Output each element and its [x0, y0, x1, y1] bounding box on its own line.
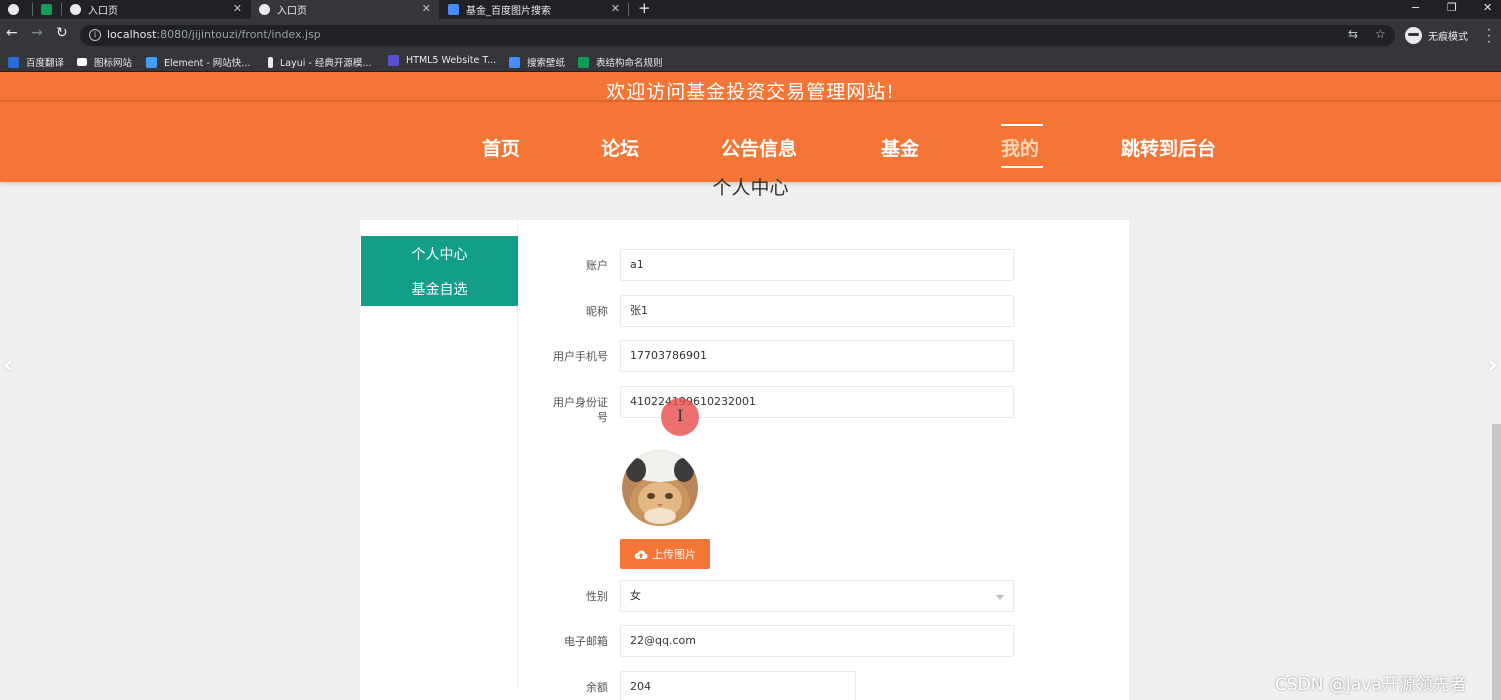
- nickname-label: 昵称: [586, 305, 608, 318]
- bookmark-label: HTML5 Website T...: [406, 55, 497, 66]
- sidebar-item-fund-watchlist[interactable]: 基金自选: [361, 279, 518, 299]
- element-icon: [146, 56, 157, 68]
- email-label: 电子邮箱: [564, 635, 608, 648]
- url-text[interactable]: localhost:8080/jijintouzi/front/index.js…: [107, 28, 321, 41]
- sheets-icon: [41, 4, 52, 15]
- chevron-right-icon[interactable]: ›: [1487, 350, 1498, 380]
- text-cursor-icon: I: [677, 406, 684, 425]
- upload-label: 上传图片: [652, 548, 696, 561]
- incognito-label: 无痕模式: [1428, 32, 1468, 43]
- bookmark-naming-rules[interactable]: 表结构命名规则: [578, 55, 663, 69]
- incognito-icon: [1405, 27, 1422, 44]
- restore-icon[interactable]: ❐: [1447, 1, 1457, 14]
- bookmark-label: 图标网站: [94, 58, 133, 69]
- chevron-down-icon[interactable]: [996, 595, 1004, 600]
- tab-pinned-1[interactable]: [0, 0, 32, 19]
- balance-label: 余额: [586, 681, 608, 694]
- nav-mine[interactable]: 我的: [1001, 134, 1039, 161]
- gender-label: 性别: [586, 590, 608, 603]
- sidebar-item-profile[interactable]: 个人中心: [361, 244, 518, 264]
- translate-icon: [8, 56, 19, 68]
- chevron-left-icon[interactable]: ‹: [3, 350, 14, 380]
- browser-toolbar: ← → ↻ i localhost:8080/jijintouzi/front/…: [0, 19, 1501, 52]
- browser-tab-bar: 入口页 ✕ 入口页 ✕ 基金_百度图片搜索 ✕ + − ❐ ✕: [0, 0, 1501, 19]
- page-viewport: 欢迎访问基金投资交易管理网站! 首页 论坛 公告信息 基金 我的 跳转到后台 个…: [0, 72, 1501, 700]
- bookmark-label: 表结构命名规则: [596, 58, 663, 69]
- new-tab-button[interactable]: +: [638, 0, 651, 17]
- star-icon[interactable]: ☆: [1375, 27, 1386, 41]
- window-close-icon[interactable]: ✕: [1483, 1, 1492, 14]
- site-header: 欢迎访问基金投资交易管理网站! 首页 论坛 公告信息 基金 我的 跳转到后台: [0, 72, 1501, 182]
- nav-admin[interactable]: 跳转到后台: [1121, 134, 1216, 161]
- translate-icon[interactable]: ⇆: [1348, 27, 1358, 41]
- globe-icon: [259, 4, 270, 15]
- layui-icon: [268, 56, 273, 68]
- phone-field[interactable]: 17703786901: [620, 340, 1014, 372]
- globe-icon: [8, 4, 19, 15]
- bookmark-element[interactable]: Element - 网站快...: [146, 55, 250, 69]
- tab-title: 入口页: [88, 6, 118, 17]
- balance-field[interactable]: 204: [620, 671, 856, 700]
- bookmark-label: 搜索壁纸: [527, 58, 566, 69]
- gender-select[interactable]: 女: [620, 580, 1014, 612]
- id-card-label: 用户身份证号: [553, 396, 608, 424]
- close-icon[interactable]: ✕: [233, 2, 242, 15]
- incognito-indicator[interactable]: 无痕模式: [1405, 25, 1468, 46]
- watermark: CSDN @Java开源领先者: [1275, 675, 1467, 695]
- bookmarks-bar: 百度翻译 图标网站 Element - 网站快... Layui - 经典开源模…: [0, 52, 1501, 72]
- tab-baidu-images[interactable]: 基金_百度图片搜索 ✕: [440, 0, 628, 19]
- phone-label: 用户手机号: [553, 350, 608, 363]
- nav-home[interactable]: 首页: [482, 134, 520, 161]
- scrollbar[interactable]: [1492, 424, 1501, 700]
- back-icon[interactable]: ←: [6, 25, 18, 41]
- forward-icon[interactable]: →: [31, 25, 43, 41]
- info-icon[interactable]: i: [89, 29, 101, 41]
- bookmark-label: 百度翻译: [26, 58, 65, 69]
- close-icon[interactable]: ✕: [611, 2, 620, 15]
- header-divider: [0, 100, 1501, 102]
- baidu-icon: [448, 4, 459, 15]
- menu-icon[interactable]: · · ·: [1487, 24, 1491, 48]
- bookmark-label: Element - 网站快...: [164, 58, 251, 69]
- sidebar-menu: 个人中心 基金自选: [361, 236, 518, 306]
- reload-icon[interactable]: ↻: [56, 25, 68, 41]
- bookmark-html5[interactable]: HTML5 Website T...: [388, 55, 496, 66]
- globe-icon: [70, 4, 81, 15]
- email-field[interactable]: 22@qq.com: [620, 625, 1014, 657]
- tab-pinned-2[interactable]: [33, 0, 61, 19]
- sheets-icon: [578, 56, 589, 68]
- account-label: 账户: [586, 259, 608, 272]
- bookmark-layui[interactable]: Layui - 经典开源模...: [268, 55, 371, 69]
- cloud-upload-icon: [634, 550, 648, 559]
- nickname-field[interactable]: 张1: [620, 295, 1014, 327]
- html5-icon: [388, 55, 399, 66]
- cat-photo: [622, 450, 698, 526]
- nav-notices[interactable]: 公告信息: [721, 134, 797, 161]
- upload-image-button[interactable]: 上传图片: [620, 539, 710, 569]
- bookmark-baidu-translate[interactable]: 百度翻译: [8, 55, 64, 69]
- tab-title: 入口页: [277, 6, 307, 17]
- close-icon[interactable]: ✕: [422, 2, 431, 15]
- nav-funds[interactable]: 基金: [881, 134, 919, 161]
- address-bar[interactable]: i localhost:8080/jijintouzi/front/index.…: [80, 25, 1395, 46]
- tab-entry-2[interactable]: 入口页 ✕: [251, 0, 439, 19]
- flag-icon: [77, 58, 87, 66]
- avatar: [622, 450, 698, 526]
- account-field[interactable]: a1: [620, 249, 1014, 281]
- wallpaper-icon: [509, 56, 520, 68]
- tab-title: 基金_百度图片搜索: [466, 6, 551, 17]
- minimize-icon[interactable]: −: [1411, 1, 1420, 14]
- bookmark-icon-site[interactable]: 图标网站: [77, 55, 132, 69]
- tab-entry-1[interactable]: 入口页 ✕: [62, 0, 250, 19]
- bookmark-wallpaper[interactable]: 搜索壁纸: [509, 55, 565, 69]
- nav-active-indicator: [1001, 124, 1043, 126]
- page-title: 个人中心: [712, 177, 789, 199]
- bookmark-label: Layui - 经典开源模...: [280, 58, 372, 69]
- nav-forum[interactable]: 论坛: [601, 134, 639, 161]
- nav-active-indicator: [1001, 166, 1043, 168]
